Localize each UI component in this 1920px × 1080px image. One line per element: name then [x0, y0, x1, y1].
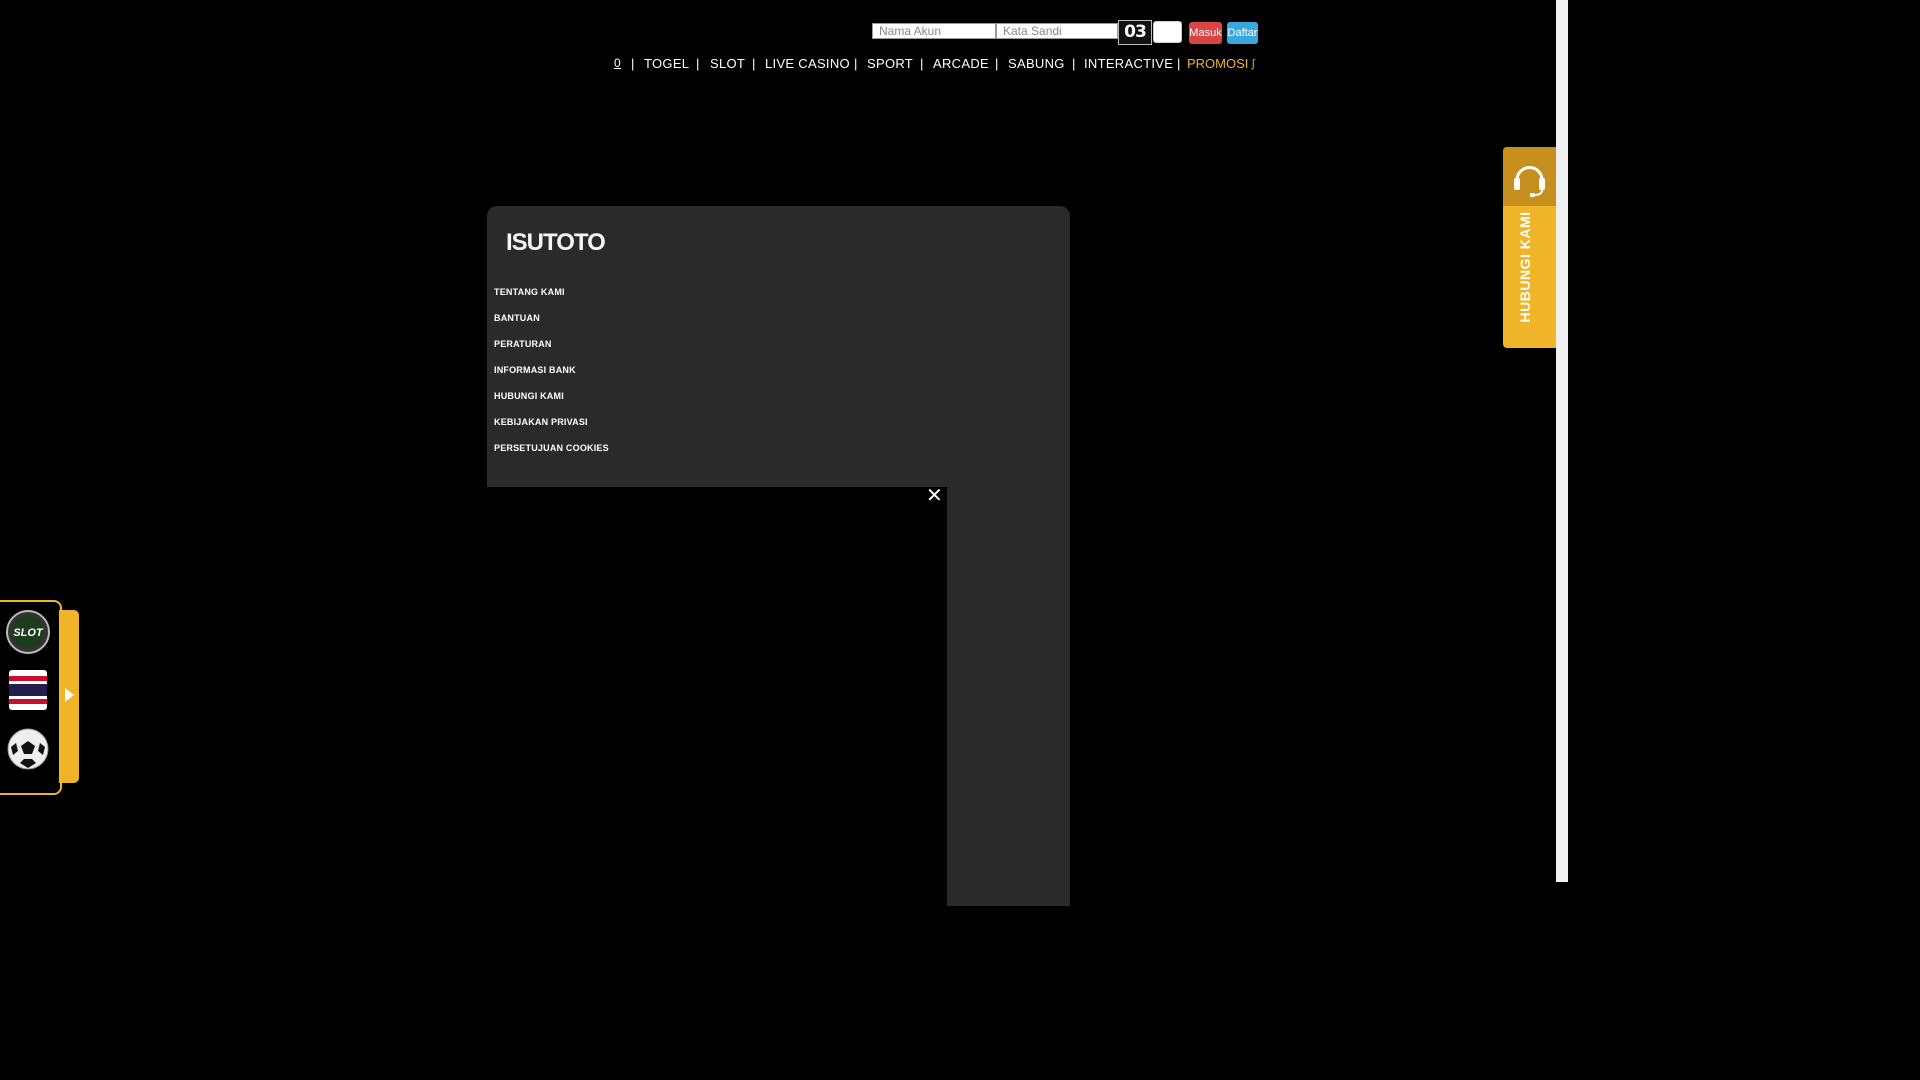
nav-item-sport[interactable]: SPORT [867, 56, 913, 71]
nav-item-interactive[interactable]: INTERACTIVE [1084, 56, 1173, 71]
site-logo[interactable]: ISUTOTO [506, 230, 606, 260]
nav-separator: | [1177, 56, 1181, 71]
promo-icon[interactable]: ʃ [1252, 58, 1254, 70]
menu-link-informasi-bank[interactable]: INFORMASI BANK [494, 365, 576, 375]
nav-item-sabung[interactable]: SABUNG [1008, 56, 1065, 71]
contact-tab[interactable]: HUBUNGI KAMI [1503, 147, 1556, 348]
nav-item-slot[interactable]: SLOT [710, 56, 745, 71]
home-icon[interactable]: 0 [614, 56, 621, 70]
nav-separator: | [752, 56, 756, 71]
soccer-ball-icon[interactable] [6, 727, 50, 771]
captcha-image: 03 [1118, 20, 1152, 45]
svg-text:SLOT: SLOT [13, 627, 44, 639]
menu-link-peraturan[interactable]: PERATURAN [494, 339, 552, 349]
vip-slot-icon[interactable]: SLOT [6, 610, 50, 654]
register-button[interactable]: Daftar [1227, 22, 1258, 44]
logo-text: ISUTOTO [506, 229, 606, 256]
password-input[interactable] [996, 23, 1118, 39]
side-dock: SLOT [0, 600, 62, 795]
nav-separator: | [631, 56, 635, 71]
nav-item-togel[interactable]: TOGEL [644, 56, 689, 71]
menu-link-tentang-kami[interactable]: TENTANG KAMI [494, 287, 565, 297]
arrow-right-icon[interactable] [65, 688, 74, 702]
menu-link-persetujuan-cookies[interactable]: PERSETUJUAN COOKIES [494, 443, 609, 453]
thailand-flag-icon[interactable] [6, 668, 50, 712]
login-button[interactable]: Masuk [1189, 22, 1222, 44]
nav-separator: | [920, 56, 924, 71]
captcha-input[interactable] [1153, 21, 1182, 43]
menu-link-bantuan[interactable]: BANTUAN [494, 313, 540, 323]
info-panel: ISUTOTO TENTANG KAMI BANTUAN PERATURAN I… [487, 206, 1070, 907]
menu-link-kebijakan-privasi[interactable]: KEBIJAKAN PRIVASI [494, 417, 588, 427]
nav-item-live-casino[interactable]: LIVE CASINO [765, 56, 850, 71]
close-icon[interactable]: ✕ [926, 486, 943, 506]
nav-separator: | [1072, 56, 1076, 71]
nav-separator: | [995, 56, 999, 71]
nav-separator: | [854, 56, 858, 71]
contact-label: HUBUNGI KAMI [1517, 211, 1533, 323]
username-input[interactable] [872, 23, 996, 39]
popup-content [487, 487, 947, 907]
scrollbar[interactable] [1556, 0, 1568, 882]
nav-item-promosi[interactable]: PROMOSI [1187, 56, 1248, 71]
menu-link-hubungi-kami[interactable]: HUBUNGI KAMI [494, 391, 564, 401]
nav-item-arcade[interactable]: ARCADE [933, 56, 989, 71]
nav-separator: | [696, 56, 700, 71]
